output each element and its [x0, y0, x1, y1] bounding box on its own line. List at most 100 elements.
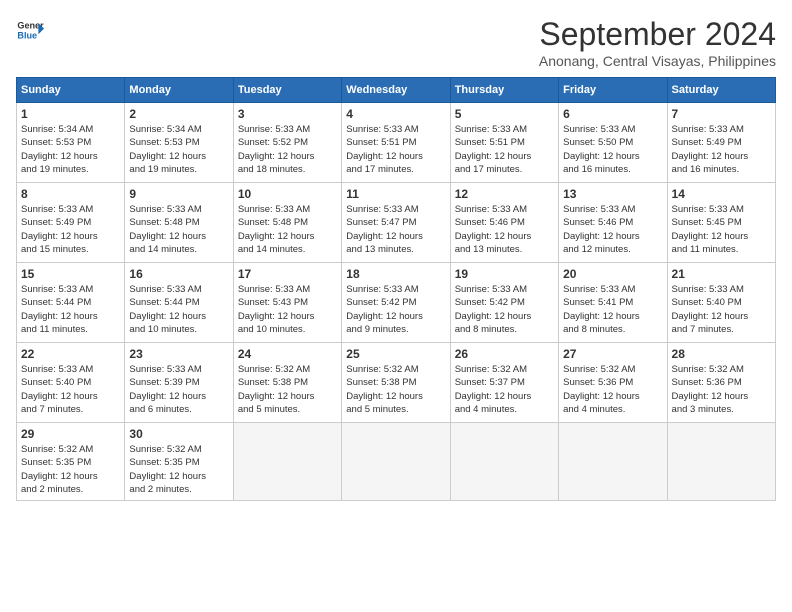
weekday-saturday: Saturday	[667, 78, 775, 103]
calendar-cell: 26 Sunrise: 5:32 AM Sunset: 5:37 PM Dayli…	[450, 343, 558, 423]
day-number: 20	[563, 267, 662, 281]
calendar-cell: 25 Sunrise: 5:32 AM Sunset: 5:38 PM Dayli…	[342, 343, 450, 423]
calendar-cell: 17 Sunrise: 5:33 AM Sunset: 5:43 PM Dayli…	[233, 263, 341, 343]
day-number: 15	[21, 267, 120, 281]
calendar-cell	[233, 423, 341, 501]
logo-icon: General Blue	[16, 16, 44, 44]
day-number: 2	[129, 107, 228, 121]
day-number: 11	[346, 187, 445, 201]
day-info: Sunrise: 5:33 AM Sunset: 5:47 PM Dayligh…	[346, 203, 445, 256]
header: General Blue September 2024 Anonang, Cen…	[16, 16, 776, 69]
day-number: 28	[672, 347, 771, 361]
day-number: 30	[129, 427, 228, 441]
calendar-cell: 30 Sunrise: 5:32 AM Sunset: 5:35 PM Dayli…	[125, 423, 233, 501]
day-number: 8	[21, 187, 120, 201]
day-number: 13	[563, 187, 662, 201]
calendar-body: 1 Sunrise: 5:34 AM Sunset: 5:53 PM Daylig…	[17, 103, 776, 501]
day-info: Sunrise: 5:33 AM Sunset: 5:42 PM Dayligh…	[455, 283, 554, 336]
day-number: 18	[346, 267, 445, 281]
week-row-2: 8 Sunrise: 5:33 AM Sunset: 5:49 PM Daylig…	[17, 183, 776, 263]
calendar-cell: 24 Sunrise: 5:32 AM Sunset: 5:38 PM Dayli…	[233, 343, 341, 423]
weekday-wednesday: Wednesday	[342, 78, 450, 103]
day-info: Sunrise: 5:33 AM Sunset: 5:40 PM Dayligh…	[672, 283, 771, 336]
day-info: Sunrise: 5:33 AM Sunset: 5:48 PM Dayligh…	[129, 203, 228, 256]
location-subtitle: Anonang, Central Visayas, Philippines	[539, 53, 776, 69]
day-info: Sunrise: 5:33 AM Sunset: 5:40 PM Dayligh…	[21, 363, 120, 416]
calendar-cell: 19 Sunrise: 5:33 AM Sunset: 5:42 PM Dayli…	[450, 263, 558, 343]
calendar-cell: 28Sunrise: 5:32 AM Sunset: 5:36 PM Dayli…	[667, 343, 775, 423]
day-info: Sunrise: 5:32 AM Sunset: 5:37 PM Dayligh…	[455, 363, 554, 416]
day-info: Sunrise: 5:33 AM Sunset: 5:46 PM Dayligh…	[563, 203, 662, 256]
calendar-cell: 21 Sunrise: 5:33 AM Sunset: 5:40 PM Dayli…	[667, 263, 775, 343]
day-info: Sunrise: 5:33 AM Sunset: 5:44 PM Dayligh…	[129, 283, 228, 336]
week-row-4: 22 Sunrise: 5:33 AM Sunset: 5:40 PM Dayli…	[17, 343, 776, 423]
calendar-cell: 8 Sunrise: 5:33 AM Sunset: 5:49 PM Daylig…	[17, 183, 125, 263]
day-info: Sunrise: 5:33 AM Sunset: 5:49 PM Dayligh…	[672, 123, 771, 176]
day-number: 6	[563, 107, 662, 121]
calendar-cell: 3Sunrise: 5:33 AM Sunset: 5:52 PM Daylig…	[233, 103, 341, 183]
day-number: 24	[238, 347, 337, 361]
day-info: Sunrise: 5:32 AM Sunset: 5:38 PM Dayligh…	[238, 363, 337, 416]
day-info: Sunrise: 5:32 AM Sunset: 5:35 PM Dayligh…	[129, 443, 228, 496]
calendar-cell: 11 Sunrise: 5:33 AM Sunset: 5:47 PM Dayli…	[342, 183, 450, 263]
calendar-cell	[450, 423, 558, 501]
calendar-cell: 13 Sunrise: 5:33 AM Sunset: 5:46 PM Dayli…	[559, 183, 667, 263]
week-row-3: 15 Sunrise: 5:33 AM Sunset: 5:44 PM Dayli…	[17, 263, 776, 343]
calendar-cell: 15Sunrise: 5:33 AM Sunset: 5:44 PM Dayli…	[17, 263, 125, 343]
month-title: September 2024	[539, 16, 776, 53]
day-number: 29	[21, 427, 120, 441]
day-info: Sunrise: 5:33 AM Sunset: 5:50 PM Dayligh…	[563, 123, 662, 176]
day-info: Sunrise: 5:33 AM Sunset: 5:41 PM Dayligh…	[563, 283, 662, 336]
calendar-cell: 1Sunrise: 5:34 AM Sunset: 5:53 PM Daylig…	[17, 103, 125, 183]
day-number: 19	[455, 267, 554, 281]
weekday-thursday: Thursday	[450, 78, 558, 103]
weekday-header-row: SundayMondayTuesdayWednesdayThursdayFrid…	[17, 78, 776, 103]
calendar-cell: 22 Sunrise: 5:33 AM Sunset: 5:40 PM Dayli…	[17, 343, 125, 423]
calendar-cell: 10Sunrise: 5:33 AM Sunset: 5:48 PM Dayli…	[233, 183, 341, 263]
calendar-cell: 4 Sunrise: 5:33 AM Sunset: 5:51 PM Daylig…	[342, 103, 450, 183]
calendar-cell: 14Sunrise: 5:33 AM Sunset: 5:45 PM Dayli…	[667, 183, 775, 263]
calendar-cell	[342, 423, 450, 501]
calendar-cell: 5 Sunrise: 5:33 AM Sunset: 5:51 PM Daylig…	[450, 103, 558, 183]
calendar-cell: 6 Sunrise: 5:33 AM Sunset: 5:50 PM Daylig…	[559, 103, 667, 183]
calendar-cell: 23Sunrise: 5:33 AM Sunset: 5:39 PM Dayli…	[125, 343, 233, 423]
calendar-cell: 27 Sunrise: 5:32 AM Sunset: 5:36 PM Dayli…	[559, 343, 667, 423]
day-info: Sunrise: 5:34 AM Sunset: 5:53 PM Dayligh…	[129, 123, 228, 176]
day-number: 3	[238, 107, 337, 121]
day-number: 21	[672, 267, 771, 281]
day-number: 27	[563, 347, 662, 361]
day-number: 23	[129, 347, 228, 361]
calendar-cell	[667, 423, 775, 501]
day-number: 22	[21, 347, 120, 361]
day-number: 4	[346, 107, 445, 121]
weekday-tuesday: Tuesday	[233, 78, 341, 103]
day-info: Sunrise: 5:33 AM Sunset: 5:51 PM Dayligh…	[455, 123, 554, 176]
day-number: 16	[129, 267, 228, 281]
day-number: 1	[21, 107, 120, 121]
calendar-cell: 7Sunrise: 5:33 AM Sunset: 5:49 PM Daylig…	[667, 103, 775, 183]
day-info: Sunrise: 5:33 AM Sunset: 5:51 PM Dayligh…	[346, 123, 445, 176]
day-number: 17	[238, 267, 337, 281]
calendar-cell: 18Sunrise: 5:33 AM Sunset: 5:42 PM Dayli…	[342, 263, 450, 343]
calendar-cell: 9 Sunrise: 5:33 AM Sunset: 5:48 PM Daylig…	[125, 183, 233, 263]
day-info: Sunrise: 5:33 AM Sunset: 5:46 PM Dayligh…	[455, 203, 554, 256]
calendar-cell: 12Sunrise: 5:33 AM Sunset: 5:46 PM Dayli…	[450, 183, 558, 263]
day-info: Sunrise: 5:32 AM Sunset: 5:38 PM Dayligh…	[346, 363, 445, 416]
weekday-monday: Monday	[125, 78, 233, 103]
day-info: Sunrise: 5:33 AM Sunset: 5:49 PM Dayligh…	[21, 203, 120, 256]
logo: General Blue	[16, 16, 44, 44]
calendar-cell	[559, 423, 667, 501]
day-number: 26	[455, 347, 554, 361]
svg-text:Blue: Blue	[17, 30, 37, 40]
day-number: 10	[238, 187, 337, 201]
day-number: 25	[346, 347, 445, 361]
weekday-sunday: Sunday	[17, 78, 125, 103]
week-row-1: 1 Sunrise: 5:34 AM Sunset: 5:53 PM Daylig…	[17, 103, 776, 183]
day-info: Sunrise: 5:33 AM Sunset: 5:45 PM Dayligh…	[672, 203, 771, 256]
day-number: 9	[129, 187, 228, 201]
day-info: Sunrise: 5:33 AM Sunset: 5:43 PM Dayligh…	[238, 283, 337, 336]
calendar-cell: 20 Sunrise: 5:33 AM Sunset: 5:41 PM Dayli…	[559, 263, 667, 343]
day-info: Sunrise: 5:32 AM Sunset: 5:35 PM Dayligh…	[21, 443, 120, 496]
day-number: 5	[455, 107, 554, 121]
day-info: Sunrise: 5:32 AM Sunset: 5:36 PM Dayligh…	[563, 363, 662, 416]
